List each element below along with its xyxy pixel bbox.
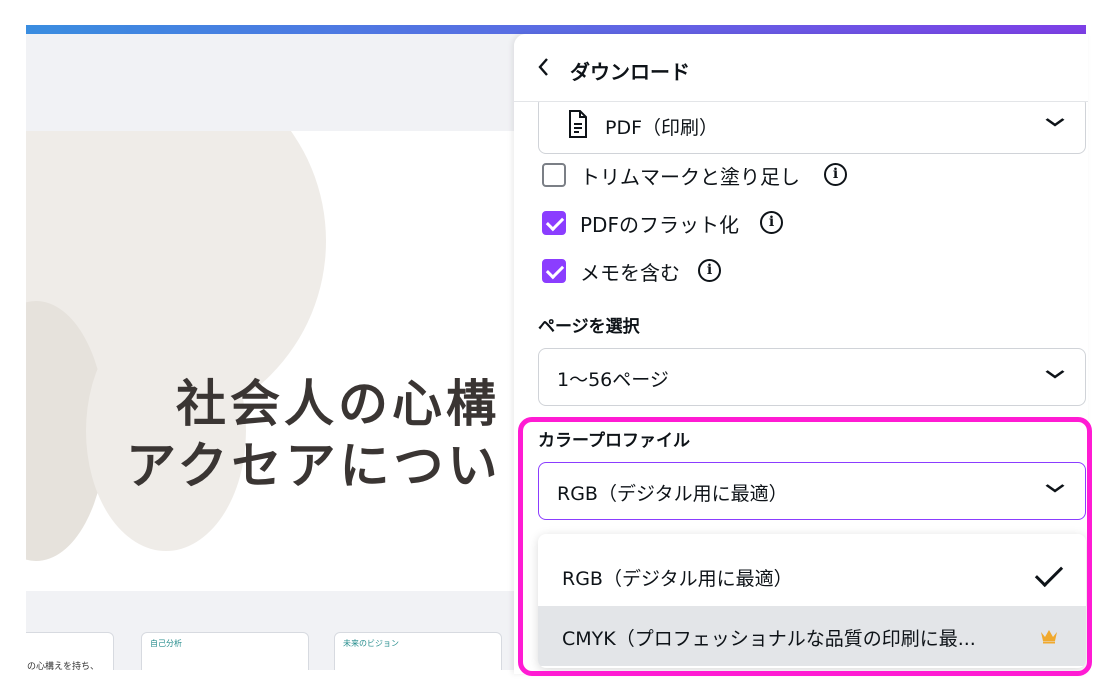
option-label: PDFのフラット化 (580, 213, 739, 237)
file-type-value: PDF（印刷） (605, 117, 719, 139)
slide-preview[interactable]: 社会人の心構 アクセアについ (26, 131, 526, 591)
trim-marks-checkbox[interactable] (542, 163, 566, 187)
panel-header: ダウンロード (514, 34, 1088, 102)
page-thumbnail[interactable]: 未来のビジョン (334, 632, 502, 670)
info-icon[interactable]: i (824, 163, 847, 186)
top-gradient-bar (26, 25, 1086, 34)
thumbnail-title: 未来のビジョン (343, 639, 399, 648)
page-select-label: ページを選択 (538, 317, 640, 337)
thumbnail-title: 自己分析 (150, 639, 182, 648)
info-icon[interactable]: i (760, 211, 783, 234)
color-profile-value: RGB（デジタル用に最適） (557, 483, 788, 505)
option-label: CMYK（プロフェッショナルな品質の印刷に最... (562, 628, 976, 650)
page-thumbnail[interactable]: の心構えを持ち、 (26, 632, 114, 670)
option-label: トリムマークと塗り足し (580, 165, 800, 189)
flatten-pdf-checkbox[interactable] (542, 211, 566, 235)
editor-canvas: 社会人の心構 アクセアについ の心構えを持ち、 自己分析 未来のビジョン (26, 34, 526, 670)
chevron-down-icon (1044, 475, 1066, 500)
option-label: メモを含む (580, 261, 680, 285)
include-notes-checkbox[interactable] (542, 259, 566, 283)
document-icon (567, 109, 589, 143)
slide-title: 社会人の心構 アクセアについ (126, 373, 526, 497)
checkmark-icon (1034, 558, 1064, 588)
color-profile-select[interactable]: RGB（デジタル用に最適） (538, 462, 1086, 520)
download-panel: ダウンロード PDF（印刷） トリムマークと塗り足し i PDFのフラット化 i… (514, 34, 1088, 674)
color-profile-menu: RGB（デジタル用に最適） CMYK（プロフェッショナルな品質の印刷に最... (538, 534, 1086, 668)
thumbnail-text: の心構えを持ち、 (27, 662, 100, 670)
page-select[interactable]: 1〜56ページ (538, 348, 1086, 406)
page-thumbnails: の心構えを持ち、 自己分析 未来のビジョン (26, 594, 526, 670)
file-type-select[interactable]: PDF（印刷） (538, 96, 1086, 154)
info-icon[interactable]: i (698, 259, 721, 282)
panel-title: ダウンロード (570, 60, 690, 84)
page-thumbnail[interactable]: 自己分析 (141, 632, 309, 670)
menu-option-rgb[interactable]: RGB（デジタル用に最適） (538, 546, 1086, 606)
option-label: RGB（デジタル用に最適） (562, 568, 793, 590)
crown-icon (1040, 628, 1058, 648)
chevron-down-icon (1044, 109, 1066, 134)
slide-title-line2: アクセアについ (126, 437, 502, 495)
slide-title-line1: 社会人の心構 (176, 375, 500, 433)
menu-option-cmyk[interactable]: CMYK（プロフェッショナルな品質の印刷に最... (538, 606, 1086, 666)
color-profile-label: カラープロファイル (538, 431, 690, 451)
chevron-down-icon (1044, 361, 1066, 386)
chevron-left-icon[interactable] (536, 56, 550, 84)
page-select-value: 1〜56ページ (557, 369, 669, 391)
